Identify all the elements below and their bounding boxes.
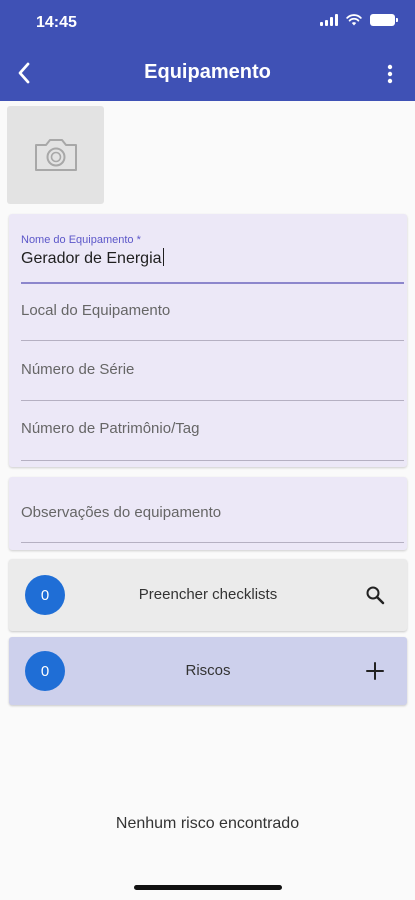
equipment-photo-button[interactable] xyxy=(7,106,104,204)
equipment-notes-placeholder: Observações do equipamento xyxy=(21,504,222,521)
search-button[interactable] xyxy=(363,583,387,607)
text-cursor xyxy=(162,248,164,266)
home-indicator xyxy=(134,885,282,890)
risks-label: Riscos xyxy=(185,662,231,679)
status-time: 14:45 xyxy=(36,14,77,31)
equipment-location-field[interactable]: Local do Equipamento xyxy=(21,286,404,341)
wifi-icon xyxy=(346,14,362,26)
search-icon xyxy=(366,586,385,605)
equipment-name-value: Gerador de Energia xyxy=(21,250,162,267)
asset-tag-field[interactable]: Número de Patrimônio/Tag xyxy=(21,403,404,461)
serial-number-placeholder: Número de Série xyxy=(21,361,135,378)
more-options-button[interactable] xyxy=(381,62,399,86)
page-title: Equipamento xyxy=(144,61,271,83)
fill-checklists-label: Preencher checklists xyxy=(138,586,278,603)
app-bar: 14:45 Equipamento xyxy=(0,0,415,101)
signal-icon xyxy=(320,14,338,26)
equipment-form-card: Nome do Equipamento * Gerador de Energia… xyxy=(9,214,407,467)
risks-card[interactable]: 0 Riscos xyxy=(9,637,407,705)
equipment-name-label: Nome do Equipamento * xyxy=(21,234,141,246)
camera-icon xyxy=(34,139,77,171)
equipment-location-placeholder: Local do Equipamento xyxy=(21,302,171,319)
asset-tag-placeholder: Número de Patrimônio/Tag xyxy=(21,420,200,437)
empty-risks-message: Nenhum risco encontrado xyxy=(115,815,300,832)
equipment-name-field[interactable]: Nome do Equipamento * Gerador de Energia xyxy=(21,234,404,284)
serial-number-field[interactable]: Número de Série xyxy=(21,343,404,401)
plus-icon xyxy=(366,662,384,680)
status-icons xyxy=(320,14,398,26)
notes-card: Observações do equipamento xyxy=(9,477,407,550)
add-risk-button[interactable] xyxy=(363,659,387,683)
equipment-notes-field[interactable]: Observações do equipamento xyxy=(21,487,404,543)
battery-icon xyxy=(370,14,398,26)
more-vertical-icon xyxy=(387,64,393,84)
fill-checklists-card[interactable]: 0 Preencher checklists xyxy=(9,559,407,631)
